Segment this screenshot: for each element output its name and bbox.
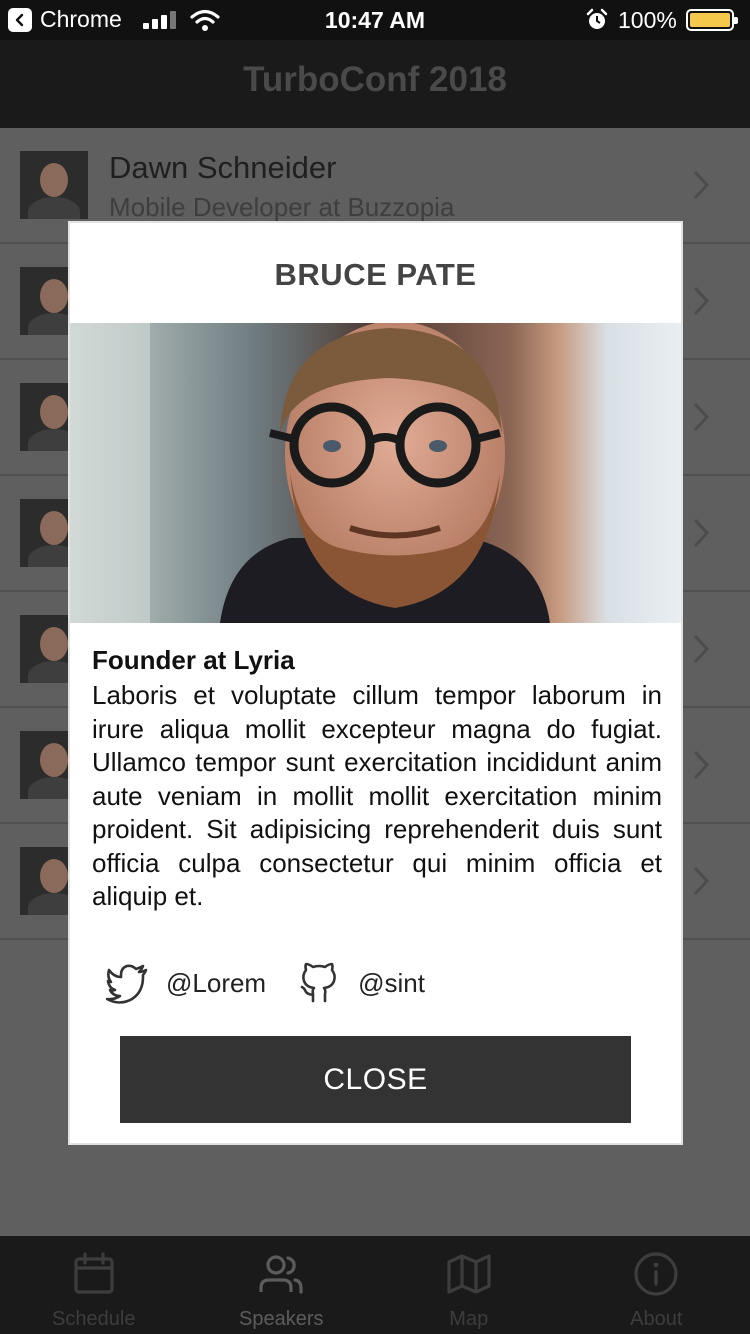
speaker-name-title: BRUCE PATE xyxy=(274,257,477,292)
close-button[interactable]: CLOSE xyxy=(120,1036,631,1123)
calendar-icon xyxy=(74,1252,114,1294)
speaker-role: Mobile Developer at Buzzopia xyxy=(109,192,455,222)
alarm-icon xyxy=(586,8,608,29)
battery-icon xyxy=(686,9,738,31)
battery-percent: 100% xyxy=(618,7,677,33)
tab-bar: Schedule Speakers Map About xyxy=(0,1236,750,1334)
github-handle: @sint xyxy=(358,967,425,998)
speaker-bio: Laboris et voluptate cillum tempor labor… xyxy=(92,680,662,911)
tab-about[interactable]: About xyxy=(563,1236,750,1334)
tab-label: About xyxy=(630,1308,683,1330)
speaker-detail-modal: BRUCE PATE Founder at Lyria Laboris et v… xyxy=(68,221,683,1145)
people-icon xyxy=(259,1255,303,1294)
social-links: @Lorem @sint xyxy=(106,961,457,1005)
chevron-right-icon xyxy=(693,518,710,548)
twitter-handle: @Lorem xyxy=(166,967,267,998)
app-header: TurboConf 2018 xyxy=(0,40,750,128)
avatar xyxy=(20,151,88,219)
tab-schedule[interactable]: Schedule xyxy=(0,1236,188,1334)
chevron-right-icon xyxy=(693,634,710,664)
status-bar: Chrome 10:47 AM 100% xyxy=(0,0,750,40)
speaker-name: Dawn Schneider xyxy=(109,150,337,185)
tab-label: Speakers xyxy=(239,1308,324,1330)
tab-label: Schedule xyxy=(52,1308,136,1330)
github-icon xyxy=(300,962,337,1003)
chevron-right-icon xyxy=(693,286,710,316)
tab-map[interactable]: Map xyxy=(375,1236,563,1334)
chevron-right-icon xyxy=(693,402,710,432)
speaker-role: Founder at Lyria xyxy=(92,645,295,675)
twitter-link[interactable]: @Lorem xyxy=(106,962,266,1004)
info-icon xyxy=(634,1252,678,1296)
speaker-photo xyxy=(70,323,681,623)
github-link[interactable]: @sint xyxy=(298,962,425,1004)
chevron-right-icon xyxy=(693,750,710,780)
page-title: TurboConf 2018 xyxy=(243,60,507,99)
twitter-icon xyxy=(106,964,148,1004)
tab-label: Map xyxy=(449,1308,489,1330)
tab-speakers[interactable]: Speakers xyxy=(188,1236,376,1334)
chevron-right-icon xyxy=(693,170,710,200)
chevron-right-icon xyxy=(693,866,710,896)
map-icon xyxy=(447,1254,491,1294)
